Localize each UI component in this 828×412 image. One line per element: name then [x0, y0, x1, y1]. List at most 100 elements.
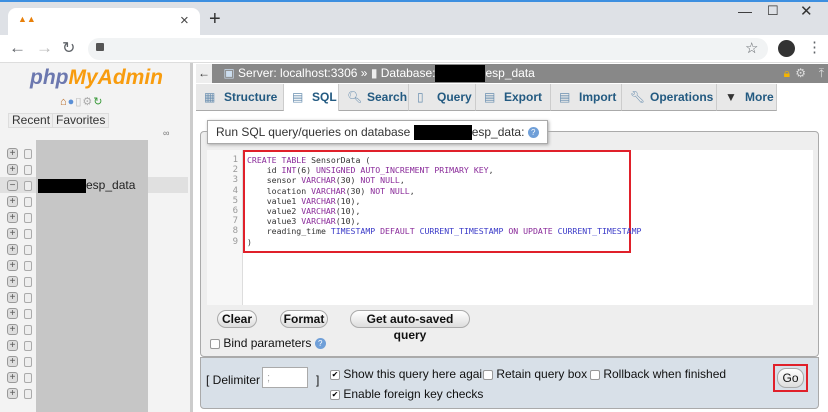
window-close-icon[interactable]: ✕ — [800, 2, 813, 20]
code-line: value1 VARCHAR(10), — [247, 195, 361, 206]
query-icon: ▯ — [417, 90, 424, 104]
line-number: 2 — [232, 165, 238, 176]
format-button[interactable]: Format — [280, 310, 328, 328]
expand-icon[interactable]: + — [7, 244, 18, 255]
address-bar[interactable] — [88, 38, 768, 60]
minimize-icon[interactable]: — — [738, 3, 752, 19]
profile-avatar[interactable] — [778, 40, 795, 57]
fk-checks-label: Enable foreign key checks — [343, 387, 484, 401]
tree-node[interactable]: + — [7, 324, 37, 336]
retain-query-checkbox[interactable] — [483, 369, 493, 380]
rollback-checkbox[interactable] — [590, 369, 600, 380]
phpmyadmin-logo[interactable]: phpMyAdmin — [0, 66, 193, 90]
tree-node[interactable]: + — [7, 372, 37, 384]
expand-icon[interactable]: + — [7, 356, 18, 367]
expand-icon[interactable]: + — [7, 260, 18, 271]
breadcrumb-server[interactable]: Server: localhost:3306 — [238, 66, 357, 80]
expand-icon[interactable]: + — [7, 372, 18, 383]
new-tab-button[interactable]: + — [209, 8, 221, 31]
tab-sql[interactable]: ▤ SQL — [284, 84, 339, 111]
reload-nav-icon[interactable]: ↻ — [93, 96, 103, 108]
tree-node[interactable]: + — [7, 164, 37, 176]
tree-node[interactable]: + — [7, 212, 37, 224]
browser-tab[interactable]: ▲▲ × — [8, 8, 200, 36]
help-icon[interactable]: ? — [527, 127, 539, 139]
retain-query-option[interactable]: Retain query box — [483, 367, 587, 381]
link-icon[interactable]: ∞ — [163, 128, 169, 138]
tab-label: SQL — [312, 90, 337, 104]
back-icon[interactable]: ← — [9, 38, 26, 58]
forward-icon[interactable]: → — [36, 38, 53, 58]
tab-operations[interactable]: 🔧︎ Operations — [622, 84, 717, 111]
fk-checks-option[interactable]: ✔ Enable foreign key checks — [330, 387, 483, 401]
reload-icon[interactable]: ↻ — [62, 38, 75, 58]
legend-prefix: Run SQL query/queries on database — [216, 125, 411, 139]
get-autosaved-query-button[interactable]: Get auto-saved query — [350, 310, 470, 342]
home-icon[interactable]: ⌂ — [60, 96, 68, 108]
recent-button[interactable]: Recent — [8, 113, 55, 128]
tab-structure[interactable]: ▦ Structure — [196, 84, 284, 111]
gear-icon[interactable]: ⚙ — [795, 64, 806, 83]
fk-checks-checkbox[interactable]: ✔ — [330, 389, 340, 400]
tree-node[interactable]: + — [7, 292, 37, 304]
expand-icon[interactable]: + — [7, 196, 18, 207]
expand-icon[interactable]: + — [7, 212, 18, 223]
bind-parameters-option[interactable]: Bind parameters ? — [210, 336, 326, 350]
show-query-option[interactable]: ✔ Show this query here again — [330, 367, 489, 381]
breadcrumb-sep: » — [360, 66, 368, 80]
expand-icon[interactable]: + — [7, 276, 18, 287]
favorites-button[interactable]: Favorites — [52, 113, 110, 128]
expand-icon[interactable]: + — [7, 228, 18, 239]
export-icon: ▤ — [484, 90, 496, 104]
database-icon — [24, 229, 32, 239]
collapse-nav-icon[interactable]: ← — [196, 64, 212, 83]
expand-icon[interactable]: + — [7, 324, 18, 335]
tab-more[interactable]: ▼ More — [717, 84, 777, 111]
scroll-top-icon[interactable]: ⤒ — [819, 64, 824, 83]
delimiter-input[interactable] — [262, 367, 308, 388]
lock-icon — [96, 43, 104, 51]
expand-icon[interactable]: + — [7, 340, 18, 351]
help-icon[interactable]: ? — [314, 338, 326, 350]
line-numbers: 123456789 — [207, 150, 243, 305]
settings-icon[interactable]: ⚙ — [82, 96, 93, 108]
tab-query[interactable]: ▯ Query — [409, 84, 476, 111]
database-icon — [24, 309, 32, 319]
tree-node[interactable]: + — [7, 196, 37, 208]
tree-node[interactable]: + — [7, 356, 37, 368]
tree-node[interactable]: − — [7, 180, 37, 192]
bookmark-star-icon[interactable]: ☆ — [745, 39, 758, 57]
tree-node[interactable]: + — [7, 260, 37, 272]
expand-icon[interactable]: + — [7, 388, 18, 399]
collapse-icon[interactable]: − — [7, 180, 18, 191]
maximize-icon[interactable]: ☐ — [767, 3, 779, 19]
tab-label: Search — [367, 90, 408, 104]
menu-kebab-icon[interactable]: ⋮ — [807, 38, 822, 56]
clear-button[interactable]: Clear — [217, 310, 257, 328]
tree-node[interactable]: + — [7, 308, 37, 320]
sql-query-highlighted[interactable]: CREATE TABLE SensorData ( id INT(6) UNSI… — [243, 150, 641, 253]
bind-parameters-checkbox[interactable] — [210, 338, 220, 349]
tree-node[interactable]: + — [7, 388, 37, 400]
expand-icon[interactable]: + — [7, 308, 18, 319]
expand-icon[interactable]: + — [7, 148, 18, 159]
tree-node[interactable]: + — [7, 340, 37, 352]
breadcrumb-database[interactable]: esp_data — [485, 66, 534, 80]
show-query-checkbox[interactable]: ✔ — [330, 369, 340, 380]
rollback-option[interactable]: Rollback when finished — [590, 367, 726, 381]
tree-node[interactable]: + — [7, 228, 37, 240]
expand-icon[interactable]: + — [7, 292, 18, 303]
tree-node[interactable]: + — [7, 244, 37, 256]
go-button[interactable]: Go — [777, 368, 804, 388]
delimiter-close: ] — [316, 373, 320, 387]
expand-icon[interactable]: + — [7, 164, 18, 175]
tab-export[interactable]: ▤ Export — [476, 84, 551, 111]
tab-import[interactable]: ▤ Import — [551, 84, 622, 111]
lock-icon[interactable]: 🔒︎ — [784, 64, 790, 83]
tree-node[interactable]: + — [7, 276, 37, 288]
tab-close-icon[interactable]: × — [180, 12, 189, 29]
tab-search[interactable]: 🔍︎ Search — [339, 84, 409, 111]
tree-node[interactable]: + — [7, 148, 37, 160]
tree-item-selected-db[interactable]: esp_data — [38, 178, 135, 193]
database-icon — [24, 245, 32, 255]
